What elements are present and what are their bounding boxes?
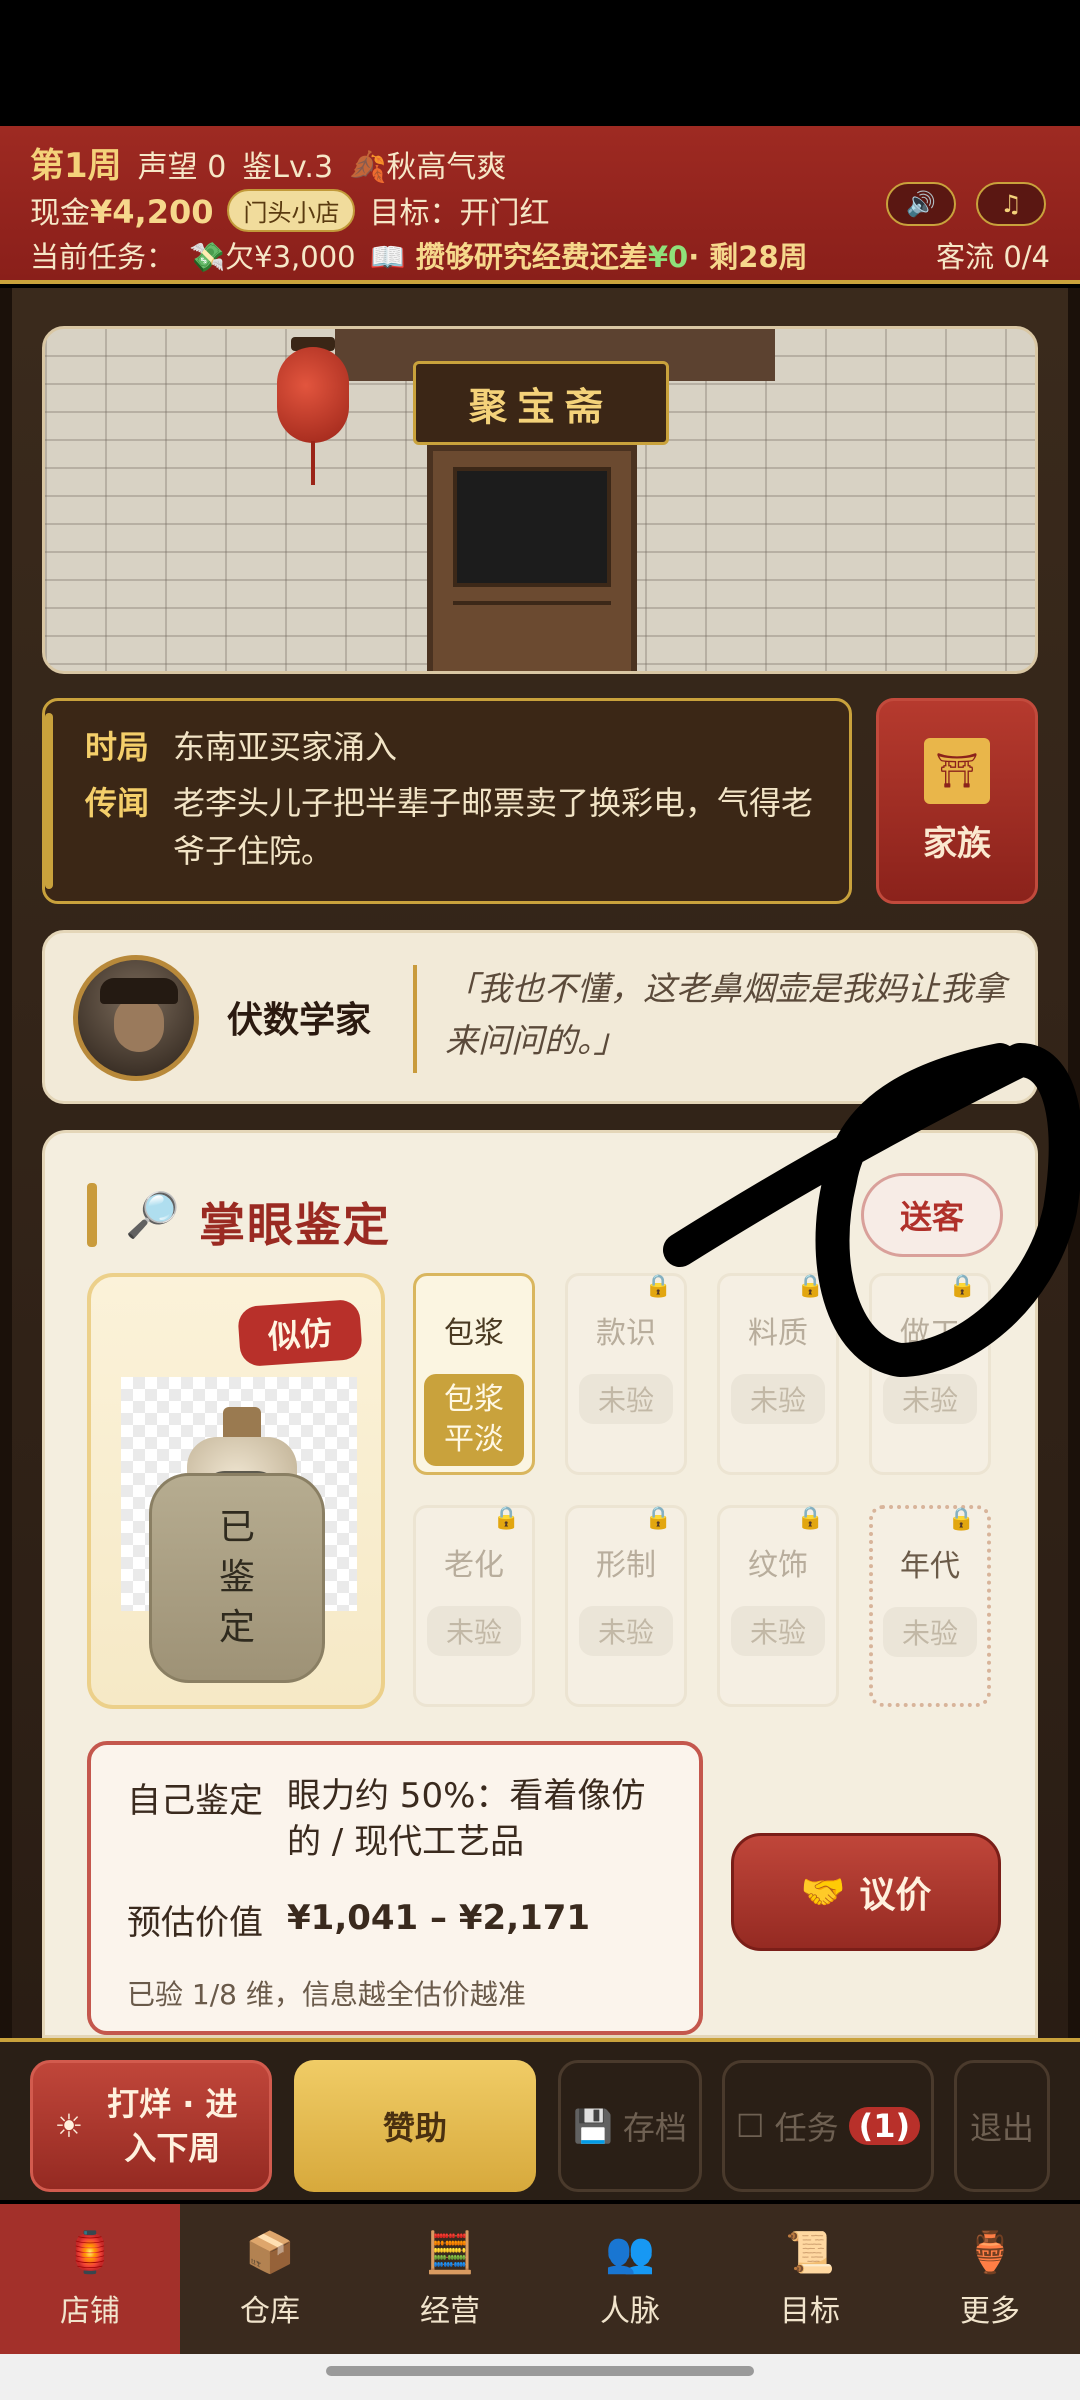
speaker-icon: 🔊 — [906, 190, 936, 218]
lock-icon: 🔒 — [492, 1506, 520, 1531]
more-icon: 🏺 — [965, 2229, 1015, 2276]
task-debt: 💸欠¥3,000 — [189, 240, 356, 274]
lock-icon: 🔒 — [796, 1506, 824, 1531]
shop-level-badge[interactable]: 门头小店 — [227, 188, 356, 232]
header-cash-row: 现金¥4,200 门头小店 目标：开门红 — [30, 188, 549, 232]
lock-icon: 🔒 — [796, 1274, 824, 1299]
shop-door — [427, 445, 637, 671]
estimate-label: 预估价值 — [127, 1903, 263, 1943]
customer-avatar[interactable] — [73, 955, 199, 1081]
next-week-button[interactable]: ☀ 打烊 · 进入下周 — [30, 2060, 272, 2192]
system-status-bar — [0, 0, 1080, 126]
sponsor-button[interactable]: 赞助 — [294, 2060, 536, 2192]
sun-icon: ☀ — [54, 2107, 84, 2145]
save-button[interactable]: 💾 存档 — [558, 2060, 702, 2192]
estimate-value: ¥1,041 – ¥2,171 — [287, 1898, 591, 1938]
situation-label: 时局 — [85, 728, 150, 766]
handshake-icon: 🤝 — [800, 1872, 846, 1913]
lock-icon: 🔒 — [644, 1506, 672, 1531]
home-indicator[interactable] — [326, 2366, 754, 2376]
event-card: 时局 东南亚买家涌入 传闻 老李头儿子把半辈子邮票卖了换彩电，气得老爷子住院。 — [42, 698, 852, 904]
shop-sign: 聚宝斋 — [413, 361, 669, 445]
verdict-tag: 似仿 — [237, 1298, 363, 1368]
situation-text: 东南亚买家涌入 — [173, 728, 398, 766]
storefront-icon: 🏮 — [65, 2229, 115, 2276]
send-off-button[interactable]: 送客 — [861, 1173, 1003, 1257]
lock-icon: 🔒 — [948, 1274, 976, 1299]
task-goal-amount: ¥0 — [647, 240, 689, 274]
self-appraisal-value: 眼力约 50%：看着像仿的 / 现代工艺品 — [287, 1776, 646, 1862]
check-patina[interactable]: 包浆 包浆 平淡 — [413, 1273, 535, 1475]
bargain-button[interactable]: 🤝 议价 — [731, 1833, 1001, 1951]
header-stats: 第1周 声望 0 鉴Lv.3 🍂秋高气爽 — [30, 138, 506, 187]
checkbox-icon: ☐ — [735, 2107, 765, 2145]
task-label: 当前任务： — [30, 240, 176, 274]
nav-warehouse[interactable]: 📦 仓库 — [180, 2204, 360, 2354]
warehouse-icon: 📦 — [245, 2229, 295, 2276]
check-decoration[interactable]: 🔒 纹饰 未验 — [717, 1505, 839, 1707]
appraisal-note: 已验 1/8 维，信息越全估价越准 — [127, 1978, 526, 2011]
music-icon: ♫ — [1000, 190, 1022, 218]
game-header: 第1周 声望 0 鉴Lv.3 🍂秋高气爽 现金¥4,200 门头小店 目标：开门… — [0, 126, 1080, 284]
music-button[interactable]: ♫ — [976, 182, 1046, 226]
reputation-label: 声望 0 — [137, 150, 227, 185]
nav-goals[interactable]: 📜 目标 — [720, 2204, 900, 2354]
quit-button[interactable]: 退出 — [954, 2060, 1050, 2192]
check-result: 包浆 平淡 — [424, 1374, 524, 1466]
sound-button[interactable]: 🔊 — [886, 182, 956, 226]
shop-facade: 聚宝斋 — [42, 326, 1038, 674]
rumor-label: 传闻 — [85, 784, 150, 822]
task-goal-prefix: 📖 攒够研究经费还差 — [369, 240, 648, 274]
ancestral-hall-icon: ⛩ — [924, 737, 990, 804]
check-era[interactable]: 🔒 年代 未验 — [869, 1505, 991, 1707]
people-icon: 👥 — [605, 2229, 655, 2276]
goal-label: 目标：开门红 — [369, 196, 550, 231]
lantern-icon — [277, 347, 349, 443]
abacus-icon: 🧮 — [425, 2229, 475, 2276]
nav-business[interactable]: 🧮 经营 — [360, 2204, 540, 2354]
check-form[interactable]: 🔒 形制 未验 — [565, 1505, 687, 1707]
customer-quote: 「我也不懂，这老鼻烟壶是我妈让我拿来问问的。」 — [445, 969, 1006, 1060]
customer-flow: 客流 0/4 — [936, 240, 1050, 274]
nav-more[interactable]: 🏺 更多 — [900, 2204, 1080, 2354]
nav-contacts[interactable]: 👥 人脉 — [540, 2204, 720, 2354]
season-label: 🍂秋高气爽 — [349, 150, 507, 185]
check-mark[interactable]: 🔒 款识 未验 — [565, 1273, 687, 1475]
task-goal-suffix: · 剩28周 — [688, 240, 808, 274]
check-craft[interactable]: 🔒 做工 未验 — [869, 1273, 991, 1475]
family-label: 家族 — [923, 823, 991, 864]
week-label: 第1周 — [30, 146, 122, 186]
rumor-text: 老李头儿子把半辈子邮票卖了换彩电，气得老爷子住院。 — [173, 784, 814, 870]
scroll-icon: 📜 — [785, 2229, 835, 2276]
self-appraisal-label: 自己鉴定 — [127, 1781, 263, 1821]
item-card[interactable]: 似仿 已 鉴 定 — [87, 1273, 385, 1709]
family-button[interactable]: ⛩ 家族 — [876, 698, 1038, 904]
lock-icon: 🔒 — [947, 1507, 975, 1532]
task-count-badge: (1) — [848, 2107, 921, 2145]
nav-shop[interactable]: 🏮 店铺 — [0, 2204, 180, 2354]
action-bar: ☀ 打烊 · 进入下周 赞助 💾 存档 ☐ 任务 (1) 退出 — [0, 2038, 1080, 2200]
appraisal-title: 掌眼鉴定 — [199, 1198, 391, 1252]
magnifier-icon: 🔎 — [125, 1190, 180, 1241]
identified-stamp: 已 鉴 定 — [149, 1473, 325, 1683]
customer-name: 伏数学家 — [227, 1000, 372, 1041]
current-task-row: 当前任务： 💸欠¥3,000 📖 攒够研究经费还差¥0· 剩28周 客流 0/4 — [30, 234, 1050, 276]
cash-value: ¥4,200 — [90, 193, 214, 231]
customer-card: 伏数学家 「我也不懂，这老鼻烟壶是我妈让我拿来问问的。」 — [42, 930, 1038, 1104]
lock-icon: 🔒 — [644, 1274, 672, 1299]
cash-label: 现金 — [30, 196, 90, 231]
task-button[interactable]: ☐ 任务 (1) — [722, 2060, 934, 2192]
check-aging[interactable]: 🔒 老化 未验 — [413, 1505, 535, 1707]
check-material[interactable]: 🔒 料质 未验 — [717, 1273, 839, 1475]
appraisal-level: 鉴Lv.3 — [242, 150, 334, 185]
bottom-nav: 🏮 店铺 📦 仓库 🧮 经营 👥 人脉 📜 目标 🏺 更多 — [0, 2204, 1080, 2354]
appraisal-result: 自己鉴定 眼力约 50%：看着像仿的 / 现代工艺品 预估价值 ¥1,041 –… — [87, 1741, 703, 2035]
save-icon: 💾 — [573, 2107, 613, 2145]
appraisal-panel: 🔎 掌眼鉴定 送客 似仿 已 鉴 定 包浆 包浆 平淡 🔒 款识 未验 🔒 料质… — [42, 1130, 1038, 2038]
